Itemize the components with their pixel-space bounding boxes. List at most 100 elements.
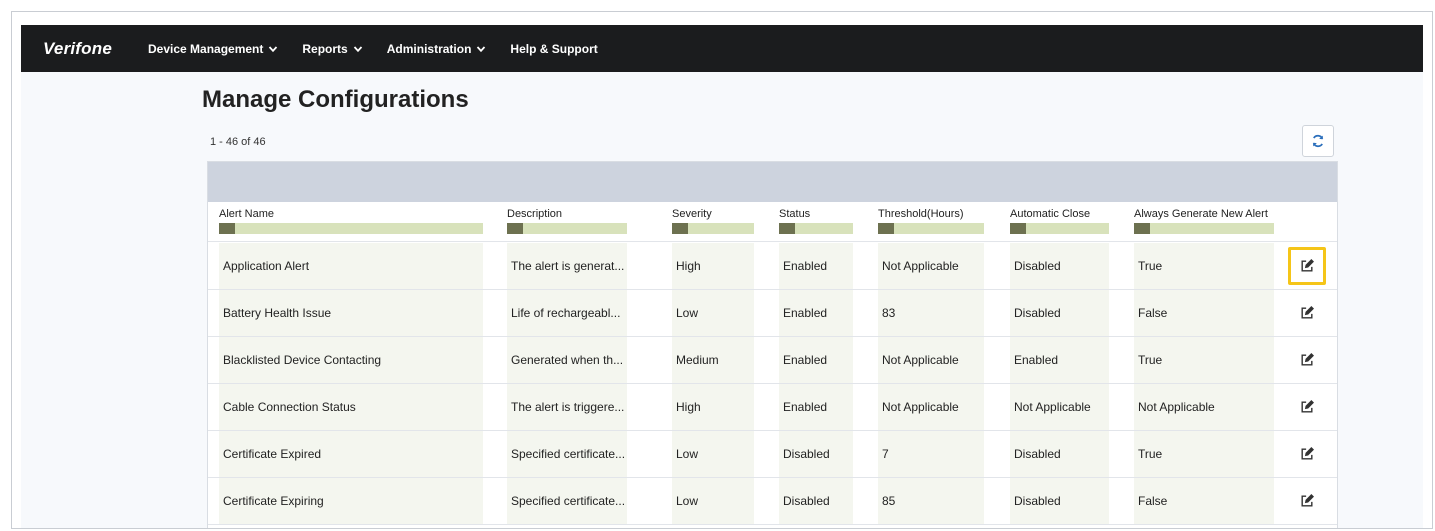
- result-count: 1 - 46 of 46: [210, 136, 266, 148]
- cell-always-generate: True: [1134, 431, 1274, 477]
- column-header-label: Automatic Close: [1010, 208, 1091, 220]
- column-filter-always-generate[interactable]: [1134, 223, 1274, 234]
- column-filter-description[interactable]: [507, 223, 627, 234]
- nav-reports-label: Reports: [302, 41, 348, 56]
- cell-description: Generated when th...: [507, 337, 627, 383]
- edit-icon: [1301, 400, 1314, 413]
- chevron-down-icon: [353, 45, 362, 52]
- edit-icon: [1301, 494, 1314, 507]
- cell-severity: Medium: [672, 337, 754, 383]
- column-header-severity[interactable]: Severity: [672, 208, 754, 234]
- column-header-label: Always Generate New Alert: [1134, 208, 1268, 220]
- column-header-label: Alert Name: [219, 208, 275, 220]
- cell-always-generate: True: [1134, 337, 1274, 383]
- cell-description: The alert is generat...: [507, 243, 627, 289]
- nav-device-management[interactable]: Device Management: [148, 42, 278, 56]
- cell-status: Disabled: [779, 478, 853, 524]
- cell-status: Enabled: [779, 243, 853, 289]
- table-row[interactable]: Blacklisted Device Contacting Generated w…: [208, 337, 1337, 384]
- column-header-label: Status: [779, 208, 811, 220]
- cell-severity: Low: [672, 478, 754, 524]
- column-header-status[interactable]: Status: [779, 208, 853, 234]
- cell-status: Enabled: [779, 290, 853, 336]
- cell-description: Specified certificate...: [507, 431, 627, 477]
- column-filter-alert-name[interactable]: [219, 223, 483, 234]
- column-header-always-generate[interactable]: Always Generate New Alert: [1134, 208, 1274, 234]
- cell-status: Enabled: [779, 384, 853, 430]
- table-row[interactable]: Certificate Expiring Specified certificat…: [208, 478, 1337, 525]
- cell-severity: Low: [672, 431, 754, 477]
- edit-icon: [1301, 353, 1314, 366]
- column-header-label: Threshold(Hours): [878, 208, 964, 220]
- cell-description: Specified certificate...: [507, 478, 627, 524]
- table-row[interactable]: Certificate Expired Specified certificate…: [208, 431, 1337, 478]
- nav-device-management-label: Device Management: [148, 41, 264, 56]
- configurations-table: Alert Name Description Severity Status T…: [207, 161, 1338, 528]
- refresh-icon: [1312, 134, 1324, 148]
- column-header-automatic-close[interactable]: Automatic Close: [1010, 208, 1109, 234]
- cell-automatic-close: Disabled: [1010, 478, 1109, 524]
- cell-alert-name: Cable Connection Status: [219, 384, 483, 430]
- cell-threshold: 85: [878, 478, 984, 524]
- column-header-alert-name[interactable]: Alert Name: [219, 208, 483, 234]
- column-filter-status[interactable]: [779, 223, 853, 234]
- edit-button[interactable]: [1288, 341, 1326, 379]
- cell-threshold: Not Applicable: [878, 384, 984, 430]
- cell-automatic-close: Disabled: [1010, 243, 1109, 289]
- table-row[interactable]: Cable Connection Status The alert is trig…: [208, 384, 1337, 431]
- column-filter-automatic-close[interactable]: [1010, 223, 1109, 234]
- cell-alert-name: Certificate Expiring: [219, 478, 483, 524]
- cell-alert-name: Blacklisted Device Contacting: [219, 337, 483, 383]
- column-filter-threshold[interactable]: [878, 223, 984, 234]
- table-row[interactable]: Battery Health Issue Life of rechargeabl.…: [208, 290, 1337, 337]
- table-toolbar-band: [208, 162, 1337, 202]
- column-header-label: Description: [507, 208, 563, 220]
- app-window: Verifone Device Management Reports Admin…: [21, 25, 1423, 528]
- cell-automatic-close: Not Applicable: [1010, 384, 1109, 430]
- cell-status: Enabled: [779, 337, 853, 383]
- nav-administration[interactable]: Administration: [387, 42, 487, 56]
- cell-automatic-close: Enabled: [1010, 337, 1109, 383]
- cell-alert-name: Certificate Expired: [219, 431, 483, 477]
- table-header: Alert Name Description Severity Status T…: [208, 202, 1337, 242]
- nav-help-support[interactable]: Help & Support: [510, 42, 597, 56]
- edit-icon: [1301, 306, 1314, 319]
- cell-threshold: Not Applicable: [878, 243, 984, 289]
- page-title: Manage Configurations: [202, 86, 469, 113]
- nav-reports[interactable]: Reports: [302, 42, 362, 56]
- edit-button[interactable]: [1288, 294, 1326, 332]
- cell-alert-name: Application Alert: [219, 243, 483, 289]
- cell-status: Disabled: [779, 431, 853, 477]
- cell-always-generate: True: [1134, 243, 1274, 289]
- cell-description: Life of rechargeabl...: [507, 290, 627, 336]
- edit-button[interactable]: [1288, 388, 1326, 426]
- table-row[interactable]: Application Alert The alert is generat...…: [208, 243, 1337, 290]
- cell-always-generate: False: [1134, 478, 1274, 524]
- top-navbar: Verifone Device Management Reports Admin…: [21, 25, 1423, 72]
- cell-description: The alert is triggere...: [507, 384, 627, 430]
- edit-button[interactable]: [1288, 435, 1326, 473]
- cell-threshold: 7: [878, 431, 984, 477]
- edit-button[interactable]: [1288, 482, 1326, 520]
- cell-threshold: 83: [878, 290, 984, 336]
- edit-icon: [1301, 259, 1314, 272]
- cell-severity: High: [672, 384, 754, 430]
- column-filter-severity[interactable]: [672, 223, 754, 234]
- cell-threshold: Not Applicable: [878, 337, 984, 383]
- cell-always-generate: False: [1134, 290, 1274, 336]
- cell-automatic-close: Disabled: [1010, 290, 1109, 336]
- column-header-label: Severity: [672, 208, 712, 220]
- column-header-description[interactable]: Description: [507, 208, 627, 234]
- nav-help-support-label: Help & Support: [510, 41, 598, 56]
- cell-automatic-close: Disabled: [1010, 431, 1109, 477]
- edit-button[interactable]: [1288, 247, 1326, 285]
- nav-administration-label: Administration: [386, 41, 472, 56]
- refresh-button[interactable]: [1302, 125, 1334, 157]
- screenshot-frame: Verifone Device Management Reports Admin…: [11, 11, 1433, 529]
- column-header-threshold[interactable]: Threshold(Hours): [878, 208, 984, 234]
- verifone-logo[interactable]: Verifone: [43, 39, 112, 59]
- cell-severity: Low: [672, 290, 754, 336]
- cell-alert-name: Battery Health Issue: [219, 290, 483, 336]
- chevron-down-icon: [269, 45, 278, 52]
- cell-always-generate: Not Applicable: [1134, 384, 1274, 430]
